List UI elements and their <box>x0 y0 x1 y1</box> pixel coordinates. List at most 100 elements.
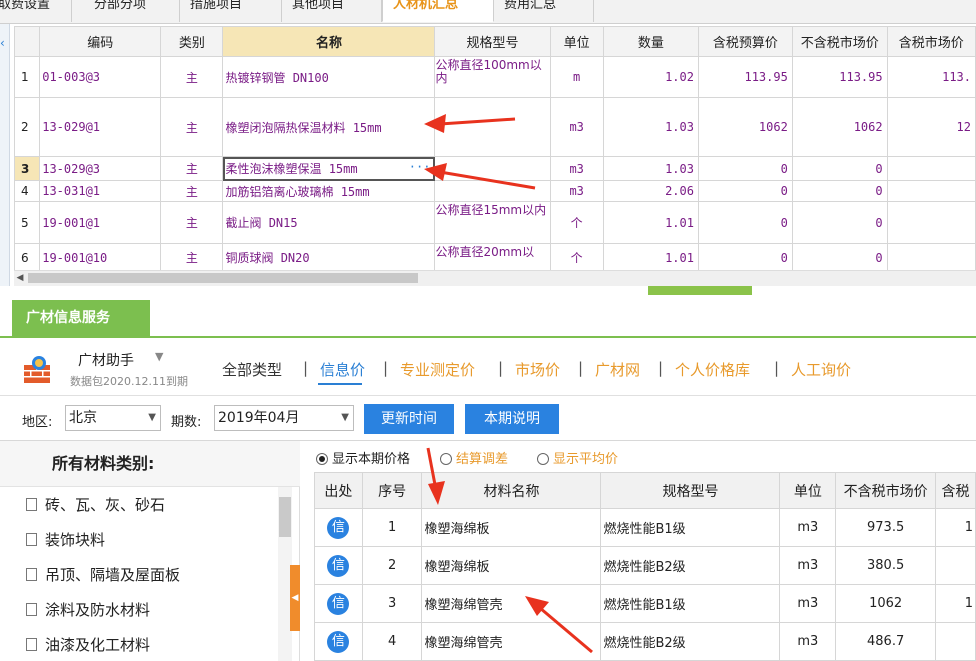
radio-settlement-adjust[interactable]: 结算调差 <box>440 448 508 467</box>
table-row[interactable]: 2 13-029@1 主 橡塑闭泡隔热保温材料 15mm m3 1.03 106… <box>13 97 976 157</box>
cell-price[interactable]: 1062 <box>835 584 937 623</box>
cell-unit[interactable]: m3 <box>549 156 604 181</box>
cell-market-price-notax[interactable]: 113.95 <box>791 56 888 98</box>
cell-unit[interactable]: m <box>549 56 604 98</box>
col-unit-header[interactable]: 单位 <box>779 472 837 509</box>
cell-spec[interactable] <box>434 97 551 157</box>
cell-material-name[interactable]: 橡塑海绵管壳 <box>421 622 602 661</box>
info-source-badge-icon[interactable]: 信 <box>327 516 350 539</box>
cell-spec[interactable]: 公称直径15mm以内 <box>434 201 551 244</box>
col-qty-header[interactable]: 数量 <box>602 26 699 57</box>
radio-indicator[interactable] <box>316 453 328 465</box>
cell-market-price-notax[interactable]: 1062 <box>791 97 888 157</box>
category-item[interactable]: 装饰块料 <box>26 529 105 550</box>
tab-other-items[interactable]: 其他项目 <box>282 0 382 22</box>
panel-splitter-handle[interactable] <box>648 286 752 295</box>
cell-tax-price[interactable] <box>935 546 976 585</box>
cell-type[interactable]: 主 <box>160 243 224 272</box>
cell-source[interactable]: 信 <box>314 622 363 661</box>
cell-type[interactable]: 主 <box>160 97 224 157</box>
cell-spec[interactable]: 燃烧性能B1级 <box>600 584 781 623</box>
cell-market-price-tax[interactable] <box>886 180 976 202</box>
cell-spec[interactable]: 燃烧性能B2级 <box>600 622 781 661</box>
tab-labor-inquiry[interactable]: 人工询价 <box>791 359 851 380</box>
cell-unit[interactable]: m3 <box>779 584 837 623</box>
cell-qty[interactable]: 1.01 <box>602 243 699 272</box>
period-select[interactable]: 2019年04月 ▼ <box>214 405 354 431</box>
cell-qty[interactable]: 1.03 <box>602 97 699 157</box>
row-number[interactable]: 5 <box>13 201 41 244</box>
category-item[interactable]: 砖、瓦、灰、砂石 <box>26 494 165 515</box>
cell-budget-price[interactable]: 0 <box>697 201 793 244</box>
cell-unit[interactable]: 个 <box>549 243 604 272</box>
cell-no[interactable]: 3 <box>361 584 423 623</box>
table-row[interactable]: 信 2 橡塑海绵板 燃烧性能B2级 m3 380.5 <box>314 546 976 585</box>
chevron-down-icon[interactable]: ▼ <box>341 406 349 430</box>
col-spec-header[interactable]: 规格型号 <box>600 472 781 509</box>
cell-type[interactable]: 主 <box>160 156 224 181</box>
radio-indicator[interactable] <box>440 453 452 465</box>
cell-spec[interactable] <box>434 180 551 202</box>
cell-tax-price[interactable]: 1 <box>935 508 976 547</box>
col-source-header[interactable]: 出处 <box>314 472 363 509</box>
cell-price[interactable]: 380.5 <box>835 546 937 585</box>
horizontal-scroll-thumb[interactable] <box>28 273 418 283</box>
info-source-badge-icon[interactable]: 信 <box>327 554 350 577</box>
collapse-icon[interactable]: ‹ <box>0 36 5 50</box>
cell-code[interactable]: 19-001@10 <box>39 243 162 272</box>
cell-market-price-tax[interactable] <box>886 243 976 272</box>
cell-unit[interactable]: m3 <box>779 508 837 547</box>
cell-spec[interactable]: 燃烧性能B1级 <box>600 508 781 547</box>
cell-qty[interactable]: 1.02 <box>602 56 699 98</box>
radio-current-price[interactable]: 显示本期价格 <box>316 448 410 467</box>
cell-unit[interactable]: m3 <box>779 622 837 661</box>
cell-spec[interactable]: 公称直径20mm以 <box>434 243 551 272</box>
info-source-badge-icon[interactable]: 信 <box>327 592 350 615</box>
material-info-service-tab[interactable]: 广材信息服务 <box>12 300 150 336</box>
cell-market-price-notax[interactable]: 0 <box>791 180 888 202</box>
table-row[interactable]: 信 1 橡塑海绵板 燃烧性能B1级 m3 973.5 1 <box>314 508 976 547</box>
cell-market-price-tax[interactable]: 12 <box>886 97 976 157</box>
cell-qty[interactable]: 2.06 <box>602 180 699 202</box>
cell-unit[interactable]: 个 <box>549 201 604 244</box>
row-number[interactable]: 1 <box>13 56 41 98</box>
cell-market-price-notax[interactable]: 0 <box>791 201 888 244</box>
cell-name[interactable]: 截止阀 DN15 <box>222 201 436 244</box>
table-row[interactable]: 信 3 橡塑海绵管壳 燃烧性能B1级 m3 1062 1 <box>314 584 976 623</box>
cell-tax-price[interactable]: 1 <box>935 584 976 623</box>
info-source-badge-icon[interactable]: 信 <box>327 630 350 653</box>
cell-budget-price[interactable]: 0 <box>697 156 793 181</box>
col-no-header[interactable]: 序号 <box>361 472 423 509</box>
cell-market-price-tax[interactable] <box>886 201 976 244</box>
cell-type[interactable]: 主 <box>160 180 224 202</box>
cell-market-price-notax[interactable]: 0 <box>791 243 888 272</box>
cell-code[interactable]: 13-031@1 <box>39 180 162 202</box>
cell-qty[interactable]: 1.03 <box>602 156 699 181</box>
cell-material-name[interactable]: 橡塑海绵管壳 <box>421 584 602 623</box>
material-helper-title[interactable]: 广材助手 <box>78 350 134 370</box>
scroll-left-icon[interactable]: ◀ <box>14 272 26 284</box>
tab-market-price[interactable]: 市场价 <box>515 359 560 380</box>
cell-market-price-tax[interactable] <box>886 156 976 181</box>
radio-indicator[interactable] <box>537 453 549 465</box>
tab-info-price[interactable]: 信息价 <box>320 359 365 380</box>
cell-source[interactable]: 信 <box>314 508 363 547</box>
cell-name-selected[interactable]: 柔性泡沫橡塑保温 15mm ··· <box>222 156 436 181</box>
col-unit-header[interactable]: 单位 <box>549 26 604 57</box>
cell-name[interactable]: 热镀锌钢管 DN100 <box>222 56 436 98</box>
cell-market-price-notax[interactable]: 0 <box>791 156 888 181</box>
category-item[interactable]: 油漆及化工材料 <box>26 634 150 655</box>
ellipsis-button[interactable]: ··· <box>409 160 431 174</box>
cell-material-name[interactable]: 橡塑海绵板 <box>421 546 602 585</box>
cell-price[interactable]: 973.5 <box>835 508 937 547</box>
col-code-header[interactable]: 编码 <box>39 26 162 57</box>
col-spec-header[interactable]: 规格型号 <box>434 26 551 57</box>
cell-name[interactable]: 铜质球阀 DN20 <box>222 243 436 272</box>
tab-subdivision[interactable]: 分部分项 <box>84 0 180 22</box>
col-market-price-notax-header[interactable]: 不含税市场价 <box>835 472 937 509</box>
cell-price[interactable]: 486.7 <box>835 622 937 661</box>
table-row[interactable]: 6 19-001@10 主 铜质球阀 DN20 公称直径20mm以 个 1.01… <box>13 243 976 272</box>
chevron-down-icon[interactable]: ▼ <box>148 406 156 430</box>
row-number[interactable]: 2 <box>13 97 41 157</box>
cell-spec[interactable]: 燃烧性能B2级 <box>600 546 781 585</box>
